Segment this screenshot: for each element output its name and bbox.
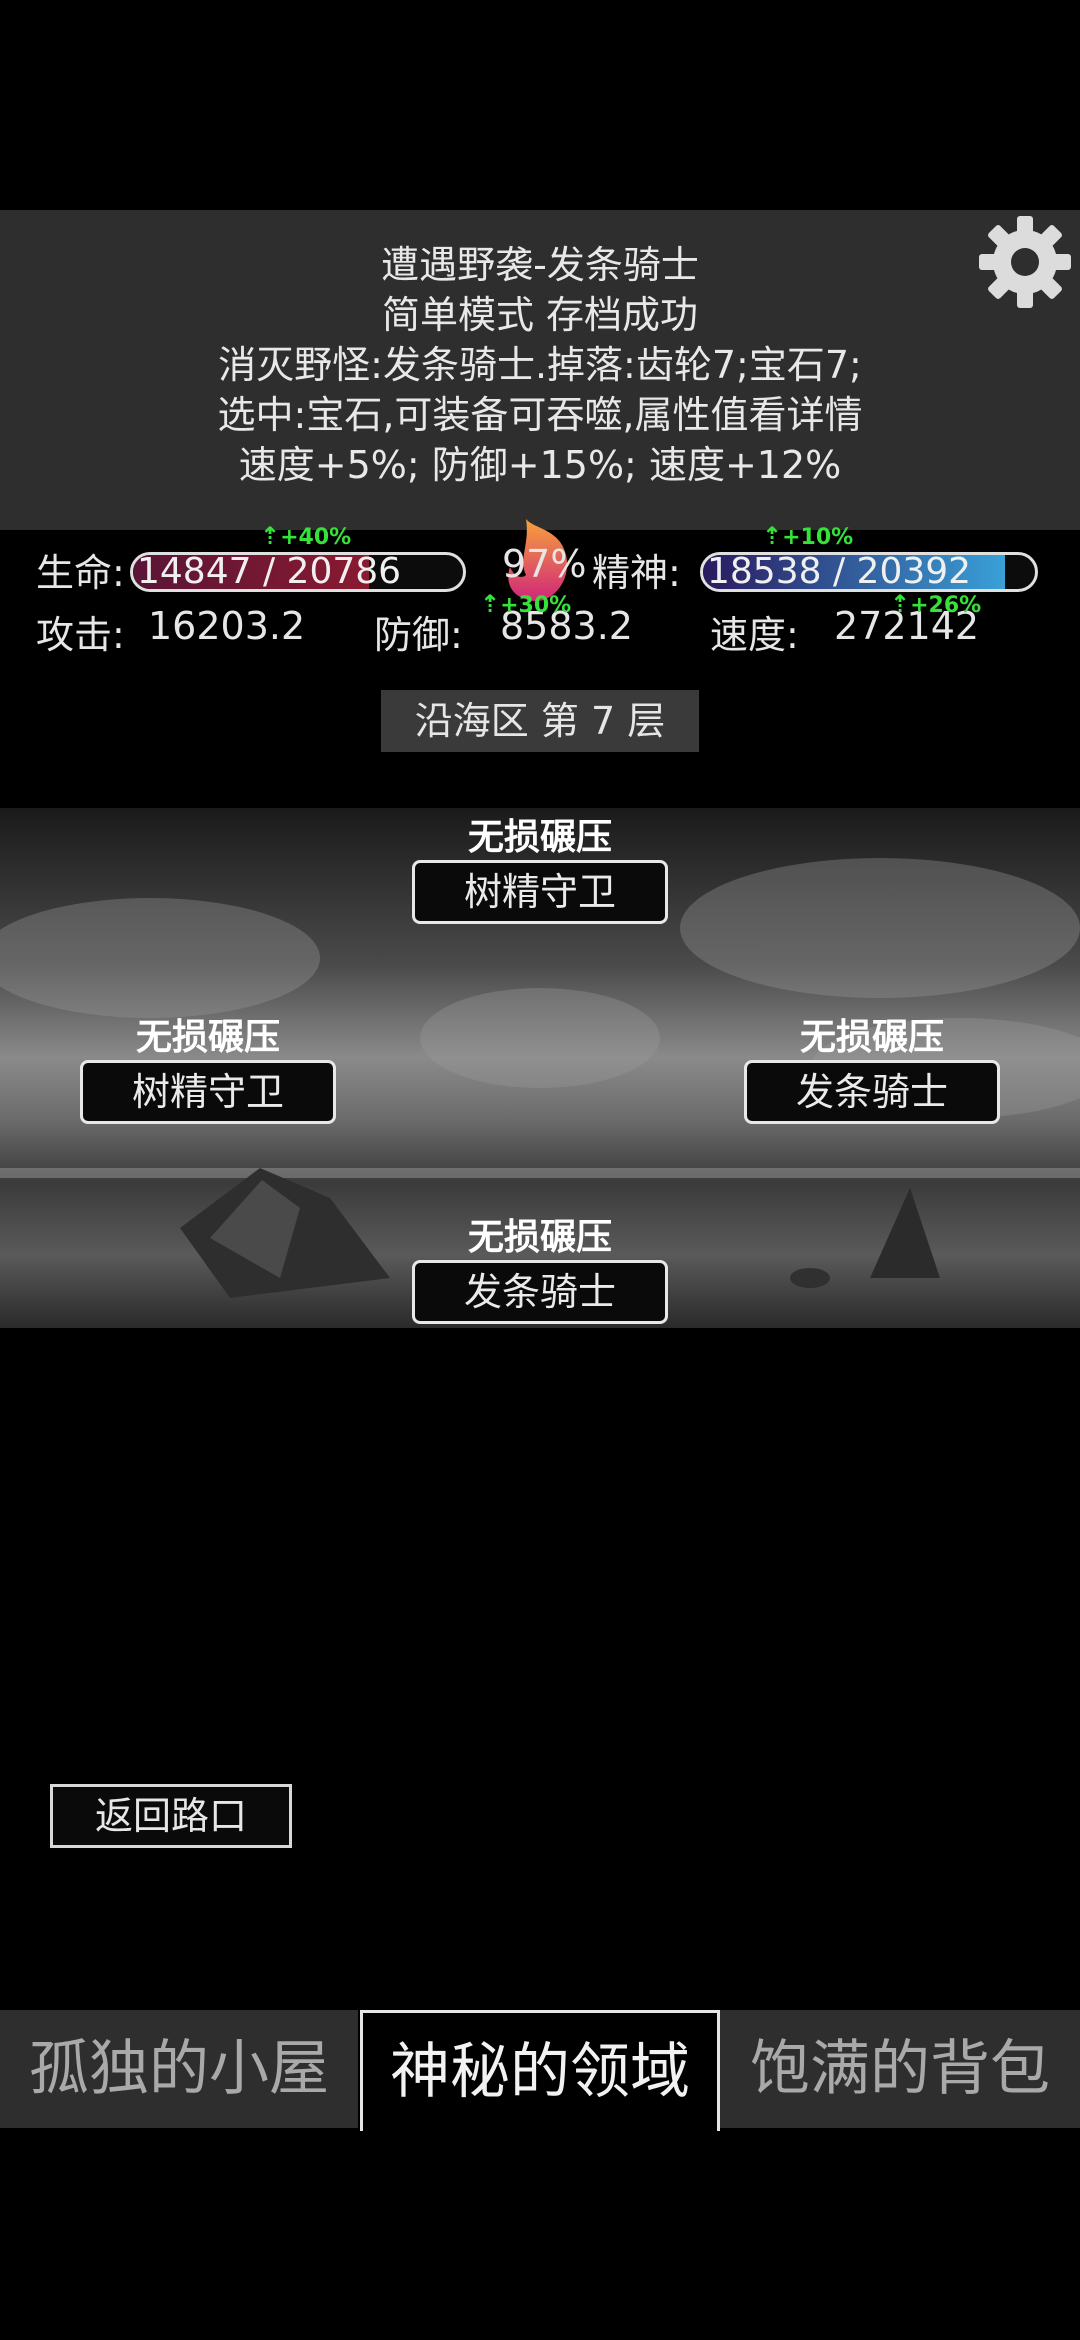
defense-label: 防御: xyxy=(374,613,463,657)
attack-value: 16203.2 xyxy=(148,604,306,648)
hp-value: 14847 / 20786 xyxy=(137,552,402,592)
hp-bar: 14847 / 20786 xyxy=(130,552,466,592)
tab-cabin[interactable]: 孤独的小屋 xyxy=(0,2010,358,2128)
spirit-bar: 18538 / 20392 xyxy=(700,552,1038,592)
message-line: 消灭野怪:发条骑士.掉落:齿轮7;宝石7; xyxy=(218,343,862,387)
tab-domain[interactable]: 神秘的领域 xyxy=(360,2010,720,2131)
spirit-value: 18538 / 20392 xyxy=(707,552,972,592)
speed-buff: ⇡+26% xyxy=(890,590,981,618)
back-to-junction-button[interactable]: 返回路口 xyxy=(50,1784,292,1848)
enemy-status-tag: 无损碾压 xyxy=(467,1217,612,1258)
enemy-status-tag: 无损碾压 xyxy=(799,1017,944,1058)
enemy-status-tag: 无损碾压 xyxy=(467,817,612,858)
arrow-up-icon: ⇡ xyxy=(260,522,281,550)
message-panel: 遭遇野袭-发条骑士 简单模式 存档成功 消灭野怪:发条骑士.掉落:齿轮7;宝石7… xyxy=(0,210,1080,530)
spirit-buff-value: +10% xyxy=(782,525,854,550)
hp-buff: ⇡+40% xyxy=(260,522,351,550)
floor-label-box: 沿海区 第 7 层 xyxy=(381,690,699,752)
spirit-label: 精神: xyxy=(592,551,681,595)
spirit-buff: ⇡+10% xyxy=(762,522,853,550)
hp-buff-value: +40% xyxy=(280,525,352,550)
gear-icon[interactable] xyxy=(975,212,1075,312)
message-line: 速度+5%; 防御+15%; 速度+12% xyxy=(238,443,842,487)
enemy-button[interactable]: 发条骑士 xyxy=(412,1260,668,1324)
message-line: 遭遇野袭-发条骑士 xyxy=(381,243,699,287)
enemy-button[interactable]: 发条骑士 xyxy=(744,1060,1000,1124)
attack-label: 攻击: xyxy=(36,613,125,657)
enemy-status-tag: 无损碾压 xyxy=(135,1017,280,1058)
arrow-up-icon: ⇡ xyxy=(890,590,911,618)
moon-icon[interactable] xyxy=(10,220,70,300)
map-scene: 无损碾压 树精守卫 无损碾压 树精守卫 无损碾压 发条骑士 无损碾压 发条骑士 xyxy=(0,808,1080,1328)
arrow-up-icon: ⇡ xyxy=(762,522,783,550)
speed-buff-value: +26% xyxy=(910,593,982,618)
enemy-button[interactable]: 树精守卫 xyxy=(80,1060,336,1124)
defense-buff-value: +30% xyxy=(500,593,572,618)
enemy-button[interactable]: 树精守卫 xyxy=(412,860,668,924)
hp-label: 生命: xyxy=(36,551,125,595)
defense-buff: ⇡+30% xyxy=(480,590,571,618)
message-line: 选中:宝石,可装备可吞噬,属性值看详情 xyxy=(217,393,863,437)
floor-label: 沿海区 第 7 层 xyxy=(414,699,666,743)
message-line: 简单模式 存档成功 xyxy=(381,293,699,337)
stamina-percent: 97% xyxy=(502,542,587,586)
speed-label: 速度: xyxy=(710,613,799,657)
tab-backpack[interactable]: 饱满的背包 xyxy=(720,2010,1080,2128)
arrow-up-icon: ⇡ xyxy=(480,590,501,618)
